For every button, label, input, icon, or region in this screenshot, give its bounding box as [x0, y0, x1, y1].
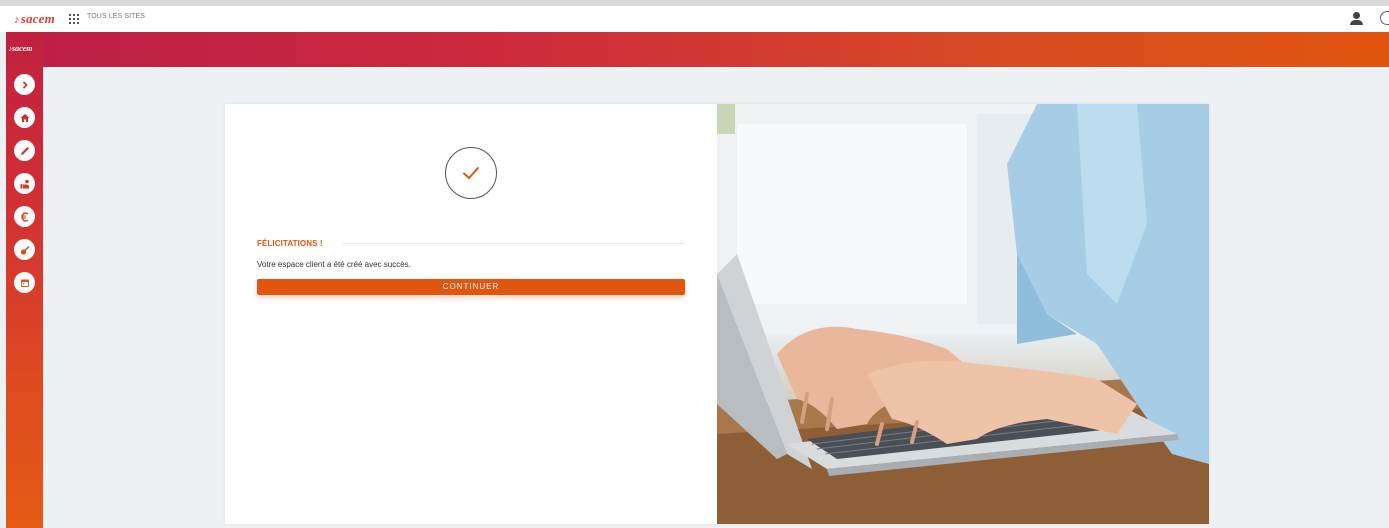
- user-icon[interactable]: [1350, 12, 1363, 25]
- sidebar-item-payments[interactable]: [14, 206, 35, 227]
- logo-text: sacem: [20, 11, 55, 26]
- sidebar-logo-text: sacem: [12, 44, 33, 53]
- section-title: FÉLICITATIONS !: [257, 239, 323, 248]
- euro-icon: [20, 211, 28, 222]
- success-message: Votre espace client a été créé avec succ…: [257, 260, 411, 269]
- more-icon[interactable]: [1380, 11, 1389, 25]
- pencil-icon: [20, 146, 29, 155]
- sacem-logo[interactable]: ♪sacem: [14, 11, 55, 27]
- title-divider: [343, 243, 684, 244]
- home-icon: [20, 113, 29, 122]
- calendar-icon: [20, 279, 29, 287]
- sidebar-item-events[interactable]: [14, 272, 35, 293]
- sidebar: ♪sacem: [6, 32, 43, 528]
- success-panel: FÉLICITATIONS ! Votre espace client a ét…: [225, 104, 717, 524]
- sidebar-item-works[interactable]: [14, 173, 35, 194]
- sidebar-item-edit[interactable]: [14, 140, 35, 161]
- success-check-icon: [445, 147, 497, 199]
- continue-button[interactable]: CONTINUER: [257, 279, 685, 295]
- sidebar-expand-button[interactable]: [14, 74, 35, 95]
- sidebar-logo: ♪sacem: [8, 44, 33, 53]
- all-sites-link[interactable]: TOUS LES SITES: [87, 13, 145, 20]
- chevron-right-icon: [22, 80, 28, 89]
- apps-grid-icon[interactable]: [69, 14, 79, 24]
- sidebar-item-music[interactable]: [14, 239, 35, 260]
- header-banner: [43, 32, 1389, 67]
- top-bar: ♪sacem TOUS LES SITES: [0, 0, 1389, 32]
- hand-music-icon: [20, 179, 29, 188]
- sidebar-item-home[interactable]: [14, 107, 35, 128]
- guitar-icon: [20, 245, 29, 255]
- success-card: FÉLICITATIONS ! Votre espace client a ét…: [225, 104, 1209, 524]
- laptop-photo: [717, 104, 1209, 524]
